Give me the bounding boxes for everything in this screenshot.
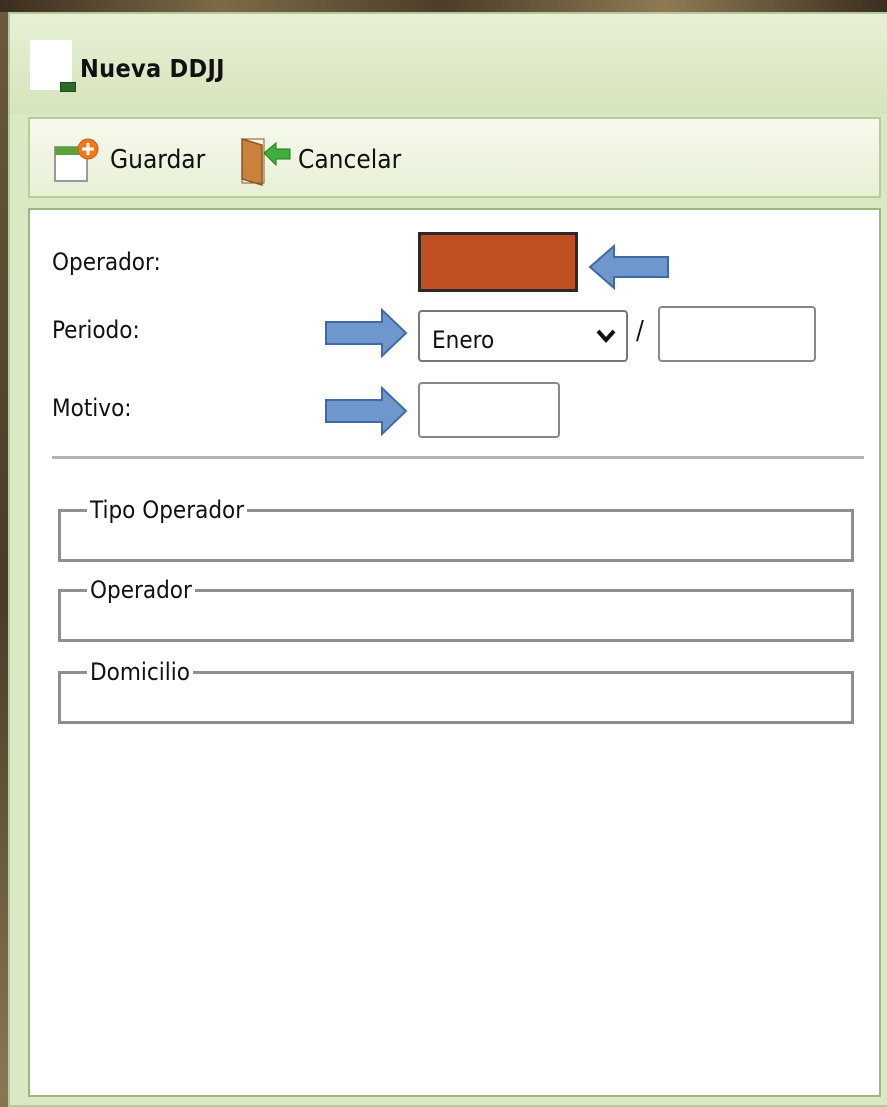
tipo-operador-group: Tipo Operador	[58, 498, 854, 562]
title-bar: Nueva DDJJ	[10, 14, 887, 114]
operador-label: Operador:	[52, 248, 161, 276]
periodo-year-input[interactable]	[658, 306, 816, 362]
tipo-operador-legend: Tipo Operador	[90, 496, 245, 524]
save-button[interactable]: Guardar	[52, 135, 205, 185]
exit-door-icon	[241, 137, 291, 187]
arrow-right-icon	[325, 386, 408, 436]
periodo-separator: /	[636, 316, 644, 346]
cancel-button[interactable]: Cancelar	[236, 135, 402, 187]
periodo-month-select[interactable]: Enero	[418, 310, 628, 362]
motivo-label: Motivo:	[52, 394, 132, 422]
window-icon	[30, 40, 76, 92]
chevron-down-icon	[596, 329, 616, 343]
operador-legend: Operador	[90, 576, 192, 604]
calendar-add-icon	[54, 138, 99, 182]
toolbar: Guardar Cancelar	[28, 117, 881, 198]
background-photo	[0, 0, 887, 12]
window-title: Nueva DDJJ	[80, 54, 225, 83]
domicilio-group: Domicilio	[58, 660, 854, 724]
arrow-left-icon	[588, 244, 669, 290]
periodo-month-value: Enero	[432, 326, 495, 354]
domicilio-legend: Domicilio	[90, 658, 190, 686]
motivo-input[interactable]	[418, 382, 560, 438]
save-label: Guardar	[110, 145, 206, 175]
dialog-window: Nueva DDJJ Guardar Cancelar Operador: Pe…	[8, 12, 887, 1107]
periodo-label: Periodo:	[52, 316, 140, 344]
operador-group: Operador	[58, 578, 854, 642]
arrow-right-icon	[325, 308, 408, 358]
operador-field[interactable]	[418, 232, 578, 292]
cancel-label: Cancelar	[298, 145, 402, 175]
form-panel: Operador: Periodo: Enero / Motivo: Tipo …	[28, 208, 881, 1097]
divider	[52, 456, 864, 459]
